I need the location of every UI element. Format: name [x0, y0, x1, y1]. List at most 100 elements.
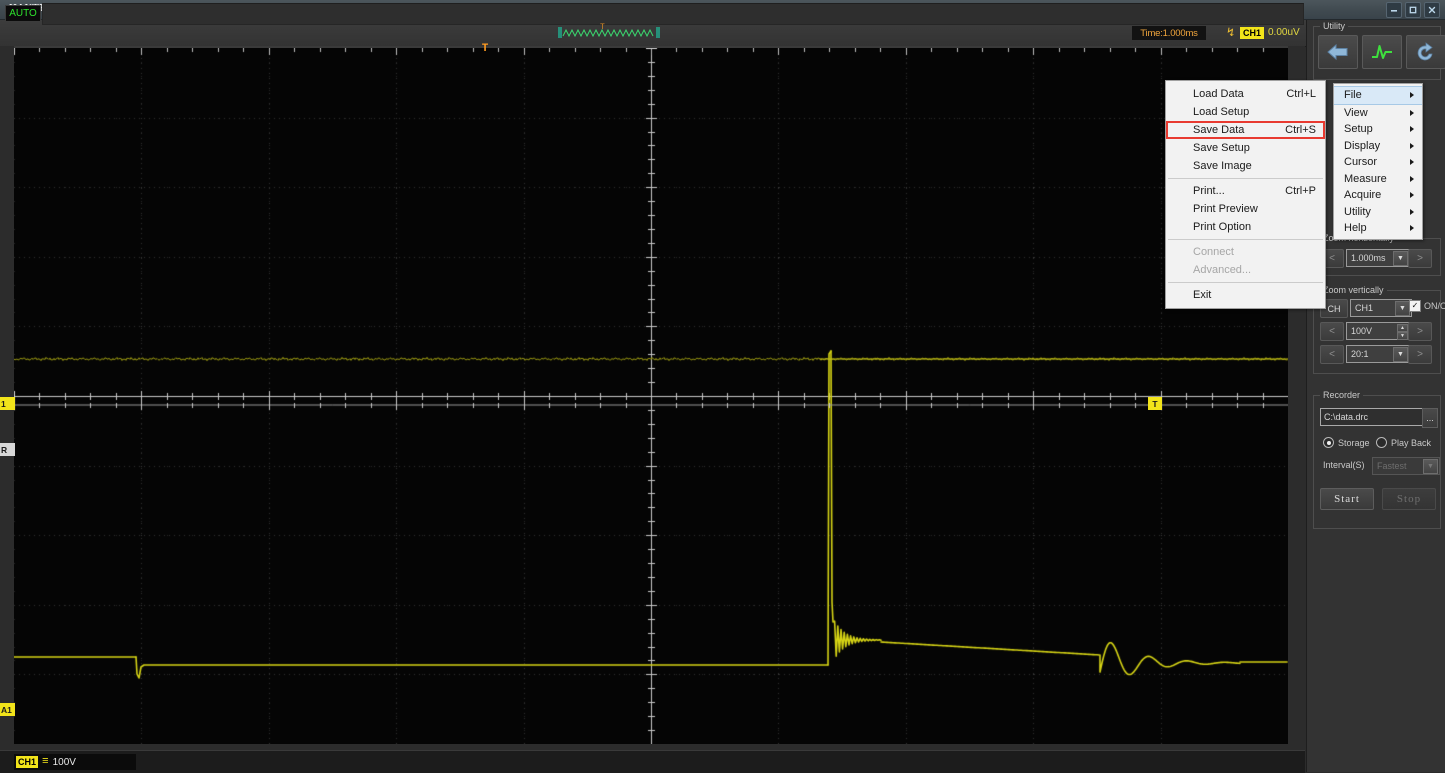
menu-item-save-image[interactable]: Save Image	[1166, 157, 1325, 175]
main-menu-item-label: Cursor	[1344, 156, 1377, 168]
main-menu-item-help[interactable]: Help	[1334, 220, 1422, 237]
preview-trigger-marker: T	[600, 23, 605, 32]
channel-1-status[interactable]: CH1 ≡ 100V	[14, 754, 136, 770]
menu-item-save-data[interactable]: Save DataCtrl+S	[1166, 121, 1325, 139]
zoom-horizontal-next-button[interactable]: >	[1408, 249, 1432, 268]
volts-per-div-readout: 100V	[53, 757, 76, 768]
spinner-icon[interactable]: ▲▼	[1397, 324, 1408, 337]
main-menu-item-file[interactable]: File	[1334, 86, 1422, 105]
menu-item-connect: Connect	[1166, 243, 1325, 261]
volts-per-div-stepper[interactable]: 100V ▲▼	[1346, 322, 1410, 340]
submenu-arrow-icon	[1410, 192, 1414, 198]
waveform-display[interactable]	[14, 48, 1288, 744]
menu-item-print-preview[interactable]: Print Preview	[1166, 200, 1325, 218]
menu-item-print[interactable]: Print...Ctrl+P	[1166, 182, 1325, 200]
dc-coupling-icon: ≡	[42, 757, 49, 767]
minimize-icon[interactable]	[1386, 2, 1402, 18]
main-menu-item-label: Utility	[1344, 206, 1371, 218]
main-menu-item-label: Acquire	[1344, 189, 1381, 201]
maximize-icon[interactable]	[1405, 2, 1421, 18]
volts-prev-button[interactable]: <	[1320, 322, 1344, 341]
main-menu-item-utility[interactable]: Utility	[1334, 204, 1422, 221]
submenu-arrow-icon	[1410, 110, 1414, 116]
utility-group: Utility	[1313, 26, 1441, 80]
submenu-arrow-icon	[1410, 225, 1414, 231]
refresh-icon[interactable]	[1406, 35, 1445, 69]
channel-1-ground-marker[interactable]: 1	[0, 397, 15, 410]
zoom-horizontally-group: Zoom horizontally < 1.000ms ▼ >	[1313, 238, 1441, 276]
main-menu[interactable]: File ViewSetup Display Cursor MeasureAcquire…	[1333, 83, 1423, 240]
timebase-readout[interactable]: Time:1.000ms	[1132, 26, 1206, 40]
main-menu-item-display[interactable]: Display	[1334, 138, 1422, 155]
menu-item-exit[interactable]: Exit	[1166, 286, 1325, 304]
channel-onoff-label: ON/OFF	[1424, 301, 1445, 311]
trigger-level-readout: 0.00uV	[1268, 26, 1300, 40]
recorder-group: Recorder C:\data.drc ... Storage Play Ba…	[1313, 395, 1441, 529]
menu-item-label: Advanced...	[1193, 264, 1251, 276]
probe-prev-button[interactable]: <	[1320, 345, 1344, 364]
acquisition-mode-badge[interactable]: AUTO	[5, 5, 41, 22]
channel-select[interactable]: CH1 ▼	[1350, 299, 1412, 317]
file-dropdown-menu[interactable]: Load Data Ctrl+L Load SetupSave DataCtrl+S…	[1165, 80, 1326, 309]
main-menu-item-label: Setup	[1344, 123, 1373, 135]
recorder-path-field[interactable]: C:\data.drc	[1320, 408, 1423, 426]
zoom-vertically-group: Zoom vertically CH CH1 ▼ ✓ ON/OFF < 100V…	[1313, 290, 1441, 374]
menu-separator	[1168, 282, 1323, 283]
submenu-arrow-icon	[1410, 126, 1414, 132]
menu-item-save-setup[interactable]: Save Setup	[1166, 139, 1325, 157]
probe-next-button[interactable]: >	[1408, 345, 1432, 364]
interval-select[interactable]: Fastest ▼	[1372, 457, 1440, 475]
submenu-arrow-icon	[1410, 209, 1414, 215]
menu-item-load-setup[interactable]: Load Setup	[1166, 103, 1325, 121]
menu-item-load-data[interactable]: Load Data Ctrl+L	[1166, 85, 1325, 103]
playback-radio[interactable]	[1376, 437, 1387, 448]
main-menu-item-view[interactable]: View	[1334, 105, 1422, 122]
waveform-icon[interactable]	[1362, 35, 1402, 69]
interval-label: Interval(S)	[1323, 460, 1365, 470]
menu-item-label: Exit	[1193, 289, 1211, 301]
channel-onoff-checkbox[interactable]: ✓	[1409, 300, 1421, 312]
analog-1-marker[interactable]: A1	[0, 703, 15, 716]
stop-button: Stop	[1382, 488, 1436, 510]
main-menu-item-setup[interactable]: Setup	[1334, 121, 1422, 138]
scope-area: 1 R A1 T	[0, 46, 1305, 749]
menu-item-label: Load Data	[1193, 88, 1244, 100]
probe-ratio-select[interactable]: 20:1 ▼	[1346, 345, 1410, 363]
waveform-preview[interactable]	[557, 25, 661, 40]
storage-label: Storage	[1338, 438, 1370, 448]
main-menu-item-label: Display	[1344, 140, 1380, 152]
browse-button[interactable]: ...	[1422, 408, 1438, 428]
zoom-vertically-label: Zoom vertically	[1320, 285, 1387, 295]
close-icon[interactable]	[1424, 2, 1440, 18]
trigger-level-marker[interactable]: T	[1148, 397, 1162, 410]
menu-separator	[1168, 239, 1323, 240]
main-menu-item-cursor[interactable]: Cursor	[1334, 154, 1422, 171]
volts-next-button[interactable]: >	[1408, 322, 1432, 341]
chevron-down-icon: ▼	[1395, 301, 1410, 316]
submenu-arrow-icon	[1410, 176, 1414, 182]
menu-item-shortcut: Ctrl+S	[1285, 124, 1316, 136]
main-menu-item-acquire[interactable]: Acquire	[1334, 187, 1422, 204]
status-channel-badge: CH1	[16, 756, 38, 768]
main-menu-item-label: Help	[1344, 222, 1367, 234]
main-menu-item-measure[interactable]: Measure	[1334, 171, 1422, 188]
trigger-position-marker[interactable]: T	[479, 44, 491, 55]
window-controls	[1386, 2, 1440, 18]
trigger-channel-badge[interactable]: CH1	[1240, 27, 1264, 39]
playback-label: Play Back	[1391, 438, 1431, 448]
chevron-down-icon: ▼	[1423, 459, 1438, 474]
menu-item-print-option[interactable]: Print Option	[1166, 218, 1325, 236]
timebase-select-value: 1.000ms	[1351, 253, 1386, 263]
menu-item-shortcut: Ctrl+P	[1285, 185, 1316, 197]
menu-item-shortcut: Ctrl+L	[1286, 88, 1316, 100]
back-arrow-icon[interactable]	[1318, 35, 1358, 69]
storage-radio[interactable]	[1323, 437, 1334, 448]
reference-marker[interactable]: R	[0, 443, 15, 456]
start-button[interactable]: Start	[1320, 488, 1374, 510]
main-menu-item-label: File	[1344, 89, 1362, 101]
oscilloscope-application: HANTEK1008 Ver1. 0.28 Primary Ignition (…	[0, 0, 1445, 772]
timebase-select[interactable]: 1.000ms ▼	[1346, 249, 1410, 267]
menu-item-label: Print Option	[1193, 221, 1251, 233]
utility-group-label: Utility	[1320, 21, 1348, 31]
menu-item-label: Connect	[1193, 246, 1234, 258]
